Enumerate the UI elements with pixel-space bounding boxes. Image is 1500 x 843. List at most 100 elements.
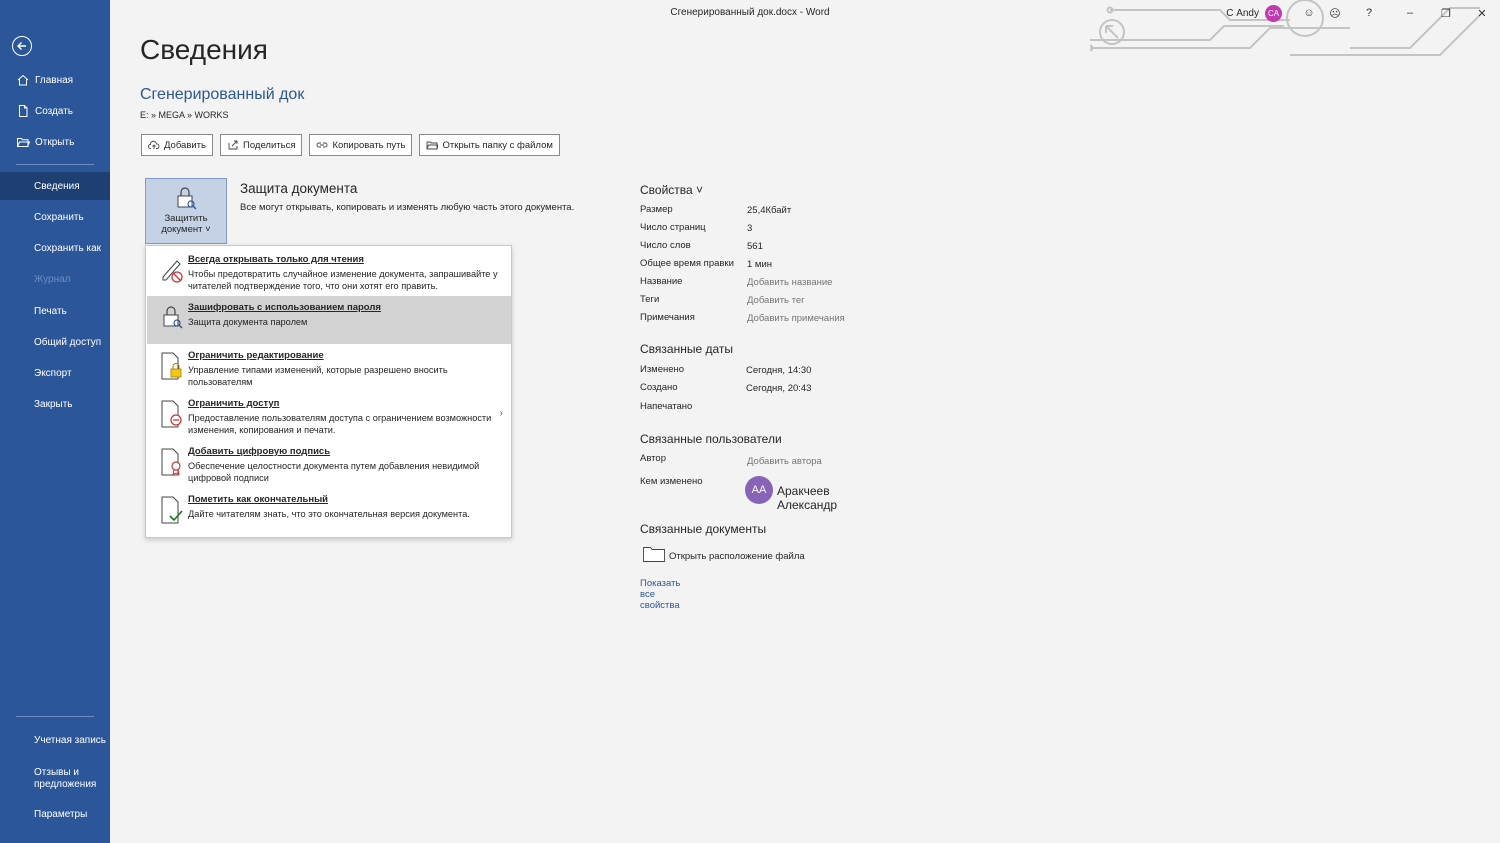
prop-label-modified-by: Кем изменено <box>640 476 703 487</box>
nav-open[interactable]: Открыть <box>0 128 110 156</box>
prop-label-size: Размер <box>640 204 673 215</box>
copy-path-button[interactable]: Копировать путь <box>309 134 413 156</box>
minimize-icon[interactable]: – <box>1392 4 1428 22</box>
document-name: Сгенерированный док <box>140 86 305 103</box>
nav-separator-bottom <box>16 716 94 717</box>
nav-close[interactable]: Закрыть <box>0 390 110 418</box>
folder-icon <box>427 141 439 150</box>
prop-value-created: Сегодня, 20:43 <box>746 383 812 394</box>
menu-item-restrict-editing-desc: Управление типами изменений, которые раз… <box>188 365 448 387</box>
menu-item-restrict-editing-title: Ограничить редактирование <box>188 350 324 361</box>
pencil-no-icon <box>162 260 183 283</box>
prop-value-size: 25,4Кбайт <box>747 205 792 216</box>
prop-label-tags: Теги <box>640 294 660 305</box>
protect-button-line1: Защитить <box>164 213 208 224</box>
nav-separator <box>16 164 94 165</box>
open-file-location-link[interactable]: Открыть расположение файла <box>669 551 805 562</box>
nav-save-label: Сохранить <box>34 211 84 223</box>
document-path: E: » MEGA » WORKS <box>140 110 229 120</box>
prop-value-title[interactable]: Добавить название <box>747 277 832 288</box>
menu-item-digital-signature-title: Добавить цифровую подпись <box>188 446 331 457</box>
doc-lock-icon <box>161 352 182 380</box>
prop-value-modified: Сегодня, 14:30 <box>746 365 812 376</box>
modified-by-name[interactable]: Аракчеев Александр <box>777 484 837 512</box>
nav-save-as-label: Сохранить как <box>34 242 102 254</box>
show-all-properties-link[interactable]: Показать все свойства <box>640 578 680 611</box>
nav-print[interactable]: Печать <box>0 297 110 325</box>
nav-account-label: Учетная запись <box>34 734 107 746</box>
nav-share-label: Общий доступ <box>34 336 102 348</box>
user-name[interactable]: С Andy <box>1226 8 1259 19</box>
prop-label-author: Автор <box>640 453 666 464</box>
protect-document-button[interactable]: Защитить документ ˅ <box>145 178 227 244</box>
nav-export[interactable]: Экспорт <box>0 359 110 387</box>
share-button[interactable]: Поделиться <box>220 134 303 156</box>
upload-button[interactable]: Добавить <box>141 134 213 156</box>
menu-item-digital-signature-desc: Обеспечение целостности документа путем … <box>188 461 480 483</box>
doc-ribbon-icon <box>161 448 181 476</box>
prop-label-created: Создано <box>640 382 678 393</box>
nav-feedback-label: Отзывы и предложения <box>34 767 97 790</box>
nav-home[interactable]: Главная <box>0 66 110 94</box>
nav-home-label: Главная <box>35 74 74 86</box>
prop-label-printed: Напечатано <box>640 401 693 412</box>
new-doc-icon <box>19 105 28 117</box>
avatar[interactable]: АА <box>745 476 773 504</box>
menu-item-encrypt[interactable]: Зашифровать с использованием пароля Защи… <box>147 296 511 344</box>
help-icon[interactable]: ? <box>1356 4 1382 22</box>
nav-open-label: Открыть <box>35 136 75 148</box>
prop-value-tags[interactable]: Добавить тег <box>747 295 805 306</box>
nav-save[interactable]: Сохранить <box>0 203 110 231</box>
nav-new[interactable]: Создать <box>0 97 110 125</box>
nav-share[interactable]: Общий доступ <box>0 328 110 356</box>
menu-item-read-only-desc: Чтобы предотвратить случайное изменение … <box>188 269 498 291</box>
doc-restrict-icon <box>161 400 182 428</box>
open-folder-button-label: Открыть папку с файлом <box>442 139 553 151</box>
nav-account[interactable]: Учетная запись <box>0 726 110 754</box>
protect-button-line2: документ ˅ <box>161 224 211 235</box>
nav-info[interactable]: Сведения <box>0 172 110 200</box>
add-author-link[interactable]: Добавить автора <box>747 456 822 467</box>
protect-section-title: Защита документа <box>240 181 358 196</box>
smile-feedback-icon[interactable]: ☺ <box>1296 4 1322 22</box>
share-button-label: Поделиться <box>243 139 296 151</box>
menu-item-restrict-editing[interactable]: Ограничить редактирование Управление тип… <box>147 344 511 392</box>
prop-label-modified: Изменено <box>640 364 685 375</box>
home-icon <box>17 74 29 86</box>
properties-header[interactable]: Свойства ˅ <box>640 183 703 197</box>
prop-label-pages: Число страниц <box>640 222 706 233</box>
prop-value-pages: 3 <box>747 223 753 234</box>
menu-item-encrypt-title: Зашифровать с использованием пароля <box>188 302 381 313</box>
nav-options-label: Параметры <box>34 808 88 820</box>
protect-dropdown-menu: Всегда открывать только для чтения Чтобы… <box>145 245 512 538</box>
close-icon[interactable]: ✕ <box>1464 4 1500 22</box>
menu-item-read-only-title: Всегда открывать только для чтения <box>188 254 364 265</box>
nav-history: Журнал <box>0 265 110 293</box>
lock-key-icon <box>163 306 183 329</box>
share-icon <box>228 140 238 150</box>
menu-item-mark-final[interactable]: Пометить как окончательный Дайте читател… <box>147 488 511 536</box>
restore-icon[interactable]: ❐ <box>1428 4 1464 22</box>
nav-save-as[interactable]: Сохранить как <box>0 234 110 262</box>
menu-item-mark-final-title: Пометить как окончательный <box>188 494 329 505</box>
arrow-left-icon <box>17 42 26 50</box>
nav-feedback[interactable]: Отзывы и предложения <box>0 764 110 794</box>
nav-options[interactable]: Параметры <box>0 800 110 828</box>
frown-feedback-icon[interactable]: ☹ <box>1322 4 1348 22</box>
prop-value-comments[interactable]: Добавить примечания <box>747 313 845 324</box>
open-folder-button[interactable]: Открыть папку с файлом <box>419 134 560 156</box>
link-icon <box>317 142 328 148</box>
titlebar-controls: С Andy CA ☺ ☹ ? – ❐ ✕ <box>1226 4 1500 22</box>
menu-item-read-only[interactable]: Всегда открывать только для чтения Чтобы… <box>147 248 511 296</box>
upload-button-label: Добавить <box>164 139 206 151</box>
menu-item-restrict-access[interactable]: Ограничить доступ Предоставление пользов… <box>147 392 511 440</box>
chevron-right-icon: › <box>499 408 503 419</box>
back-button[interactable] <box>12 36 32 56</box>
menu-item-restrict-access-desc: Предоставление пользователям доступа с о… <box>188 413 492 435</box>
related-people-header: Связанные пользователи <box>640 432 782 446</box>
related-dates-header: Связанные даты <box>640 342 733 356</box>
prop-label-title: Название <box>640 276 683 287</box>
menu-item-digital-signature[interactable]: Добавить цифровую подпись Обеспечение це… <box>147 440 511 488</box>
user-avatar[interactable]: CA <box>1265 4 1282 22</box>
page-title: Сведения <box>140 34 268 65</box>
